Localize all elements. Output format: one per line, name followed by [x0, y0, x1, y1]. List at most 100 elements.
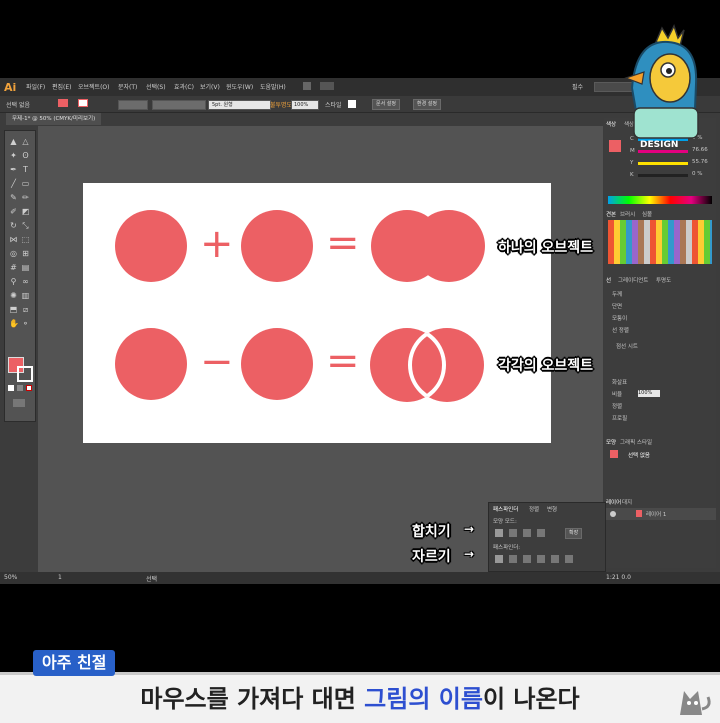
black-slider[interactable]	[638, 174, 688, 177]
blend-tool-icon[interactable]: ∞	[21, 277, 30, 286]
tab-symbols[interactable]: 심볼	[642, 210, 652, 218]
tab-swatches[interactable]: 견본	[606, 210, 616, 218]
menu-object[interactable]: 오브젝트(O)	[78, 82, 110, 91]
tab-appearance[interactable]: 모양	[606, 438, 616, 446]
stroke-swatch[interactable]	[78, 99, 88, 107]
style-swatch[interactable]	[348, 100, 356, 108]
blob-brush-tool-icon[interactable]: ✐	[9, 207, 18, 216]
eraser-tool-icon[interactable]: ◩	[21, 207, 30, 216]
tab-align[interactable]: 정렬	[529, 505, 539, 513]
tab-color[interactable]: 색상	[606, 120, 616, 128]
gradient-mode-icon[interactable]	[17, 385, 23, 391]
gradient-tool-icon[interactable]: ▤	[21, 263, 30, 272]
menu-select[interactable]: 선택(S)	[146, 82, 166, 91]
black-value[interactable]: 0 %	[692, 171, 702, 177]
tab-graphic-styles[interactable]: 그래픽 스타일	[620, 438, 652, 446]
divide-icon[interactable]	[495, 555, 503, 563]
color-mode-icon[interactable]	[8, 385, 14, 391]
circle-shape[interactable]	[115, 210, 187, 282]
merged-circle-right[interactable]	[413, 210, 485, 282]
tab-brushes[interactable]: 브러시	[620, 210, 635, 218]
eyedropper-tool-icon[interactable]: ⚲	[9, 277, 18, 286]
opacity-label[interactable]: 불투명도	[270, 100, 292, 109]
divided-circles[interactable]	[363, 323, 493, 407]
shape-builder-tool-icon[interactable]: ◎	[9, 249, 18, 258]
circle-shape[interactable]	[115, 328, 187, 400]
magenta-value[interactable]: 76.66	[692, 147, 708, 153]
eye-icon[interactable]	[610, 511, 616, 517]
circle-shape[interactable]	[241, 210, 313, 282]
paintbrush-tool-icon[interactable]: ✎	[9, 193, 18, 202]
zoom-tool-icon[interactable]: ⚬	[21, 319, 30, 328]
line-tool-icon[interactable]: ╱	[9, 179, 18, 188]
menu-file[interactable]: 파일(F)	[26, 82, 45, 91]
yellow-slider[interactable]	[638, 162, 688, 165]
exclude-icon[interactable]	[537, 529, 545, 537]
magic-wand-tool-icon[interactable]: ✦	[9, 151, 18, 160]
minus-front-icon[interactable]	[509, 529, 517, 537]
bridge-icon[interactable]	[303, 82, 311, 90]
circle-shape[interactable]	[241, 328, 313, 400]
crop-icon[interactable]	[537, 555, 545, 563]
tab-layers[interactable]: 레이어	[606, 498, 621, 506]
hand-tool-icon[interactable]: ✋	[9, 319, 19, 328]
dashed-line-label[interactable]: 점선 시트	[616, 342, 638, 350]
rectangle-tool-icon[interactable]: ▭	[21, 179, 30, 188]
tab-gradient[interactable]: 그레이디언트	[618, 276, 648, 284]
artboard-tool-icon[interactable]: ⬒	[9, 305, 18, 314]
fill-swatch[interactable]	[58, 99, 68, 107]
menu-edit[interactable]: 편집(E)	[52, 82, 72, 91]
swatch-grid[interactable]	[608, 220, 712, 264]
free-transform-tool-icon[interactable]: ⬚	[21, 235, 30, 244]
scale-tool-icon[interactable]: ⤡	[21, 221, 30, 230]
menu-help[interactable]: 도움말(H)	[260, 82, 286, 91]
tab-stroke[interactable]: 선	[606, 276, 611, 284]
tab-transparency[interactable]: 투명도	[656, 276, 671, 284]
magenta-slider[interactable]	[638, 150, 688, 153]
type-tool-icon[interactable]: T	[21, 165, 30, 174]
opacity-field[interactable]: 100%	[291, 100, 319, 110]
layer-name[interactable]: 레이어 1	[646, 510, 666, 518]
tab-artboards[interactable]: 대지	[622, 498, 632, 506]
perspective-grid-tool-icon[interactable]: ⊞	[21, 249, 30, 258]
rotate-tool-icon[interactable]: ↻	[9, 221, 18, 230]
screen-mode-icon[interactable]	[13, 399, 25, 407]
zoom-level[interactable]: 50%	[4, 574, 17, 581]
artboard-number[interactable]: 1	[58, 574, 62, 581]
variable-width-field[interactable]	[152, 100, 206, 110]
lasso-tool-icon[interactable]: ʘ	[21, 151, 30, 160]
menu-type[interactable]: 문자(T)	[118, 82, 137, 91]
preferences-button[interactable]: 환경 설정	[413, 99, 441, 110]
minus-back-icon[interactable]	[565, 555, 573, 563]
scale-field[interactable]: 100%	[638, 390, 660, 397]
pencil-tool-icon[interactable]: ✏	[21, 193, 30, 202]
menu-view[interactable]: 보기(V)	[200, 82, 220, 91]
document-setup-button[interactable]: 문서 설정	[372, 99, 400, 110]
color-spectrum[interactable]	[608, 196, 712, 204]
tab-transform[interactable]: 변형	[547, 505, 557, 513]
yellow-value[interactable]: 55.76	[692, 159, 708, 165]
expand-button[interactable]: 확장	[565, 528, 583, 539]
menu-effect[interactable]: 효과(C)	[174, 82, 194, 91]
pen-tool-icon[interactable]: ✒	[9, 165, 18, 174]
stroke-weight-field[interactable]	[118, 100, 148, 110]
artboard[interactable]: + = − =	[83, 183, 551, 443]
selection-tool-icon[interactable]: ▲	[9, 137, 18, 146]
intersect-icon[interactable]	[523, 529, 531, 537]
arrange-documents-icon[interactable]	[320, 82, 334, 90]
tab-pathfinder[interactable]: 패스파인더	[493, 505, 518, 513]
slice-tool-icon[interactable]: ⧄	[21, 305, 30, 314]
direct-selection-tool-icon[interactable]: △	[21, 137, 30, 146]
document-tab[interactable]: 무제-1* @ 50% (CMYK/미리보기)	[6, 113, 102, 125]
stroke-color-box[interactable]	[17, 366, 33, 382]
mesh-tool-icon[interactable]: #	[9, 263, 18, 272]
outline-icon[interactable]	[551, 555, 559, 563]
merge-icon[interactable]	[523, 555, 531, 563]
symbol-sprayer-tool-icon[interactable]: ✺	[9, 291, 18, 300]
layer-row[interactable]: 레이어 1	[606, 508, 716, 520]
width-tool-icon[interactable]: ⋈	[9, 235, 18, 244]
brush-field[interactable]: 5pt. 원형	[208, 100, 271, 110]
none-mode-icon[interactable]	[26, 385, 32, 391]
trim-icon[interactable]	[509, 555, 517, 563]
graph-tool-icon[interactable]: ▥	[21, 291, 30, 300]
